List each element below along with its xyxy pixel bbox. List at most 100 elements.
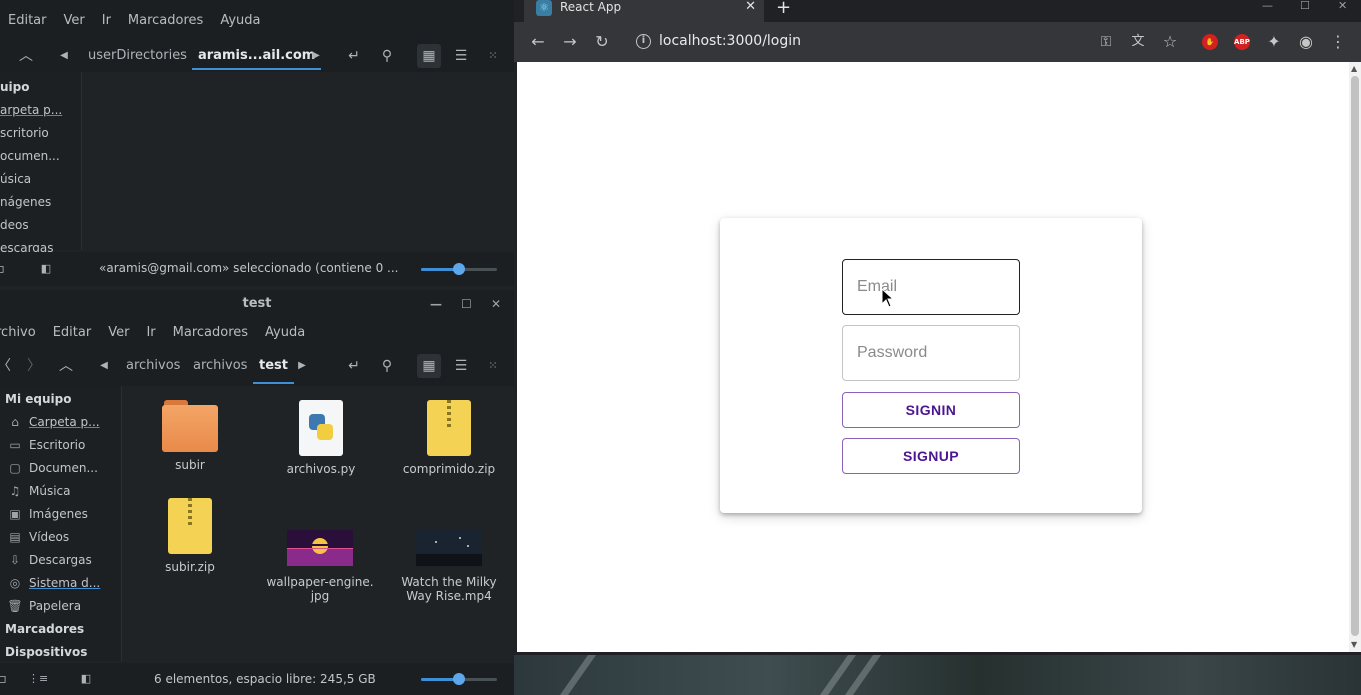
search-icon[interactable]: ⚲	[377, 46, 397, 66]
breadcrumb-right-arrow-icon[interactable]: ▶	[306, 46, 326, 66]
breadcrumb-item[interactable]: userDirectories	[88, 40, 187, 72]
key-icon[interactable]: ⚿	[1096, 32, 1116, 52]
breadcrumb-item[interactable]: archivos	[193, 346, 247, 386]
list-view-icon[interactable]: ☰	[451, 356, 471, 376]
compact-view-icon[interactable]: ⁙	[483, 356, 503, 376]
menu-ir[interactable]: Ir	[146, 325, 155, 340]
menu-ver[interactable]: Ver	[64, 13, 85, 28]
menu-kebab-icon[interactable]: ⋮	[1328, 32, 1348, 52]
menu-ver[interactable]: Ver	[108, 325, 129, 340]
file-item-zip[interactable]: subir.zip	[135, 498, 245, 574]
back-icon[interactable]: ←	[528, 32, 548, 52]
location-toggle-icon[interactable]: ↵	[344, 46, 364, 66]
menu-archivo[interactable]: rchivo	[0, 325, 36, 340]
go-up-icon[interactable]: ︿	[56, 356, 76, 376]
translate-icon[interactable]: 文	[1128, 32, 1148, 52]
sidebar-toggle-icon[interactable]: ◧	[76, 669, 96, 689]
menu-ir[interactable]: Ir	[102, 13, 111, 28]
menu-ayuda[interactable]: Ayuda	[220, 13, 260, 28]
password-field[interactable]	[842, 325, 1020, 381]
close-window-icon[interactable]: ✕	[1338, 0, 1347, 12]
file-item-video[interactable]: Watch the Milky Way Rise.mp4	[394, 516, 504, 617]
site-info-icon[interactable]: i	[636, 34, 651, 49]
sidebar-item-musica[interactable]: ♫ Música	[7, 484, 71, 498]
sidebar-item-imagenes[interactable]: nágenes	[0, 195, 51, 209]
sidebar-item-sistema[interactable]: ◎ Sistema d...	[7, 576, 100, 590]
file-name: wallpaper-engine. jpg	[266, 575, 374, 603]
profile-icon[interactable]: ◉	[1296, 32, 1316, 52]
breadcrumb-left-arrow-icon[interactable]: ◀	[94, 356, 114, 376]
sidebar-toggle-icon[interactable]: ◧	[36, 259, 56, 279]
file-item-python[interactable]: archivos.py	[266, 400, 376, 476]
list-view-icon[interactable]: ☰	[451, 46, 471, 66]
go-up-icon[interactable]: ︿	[16, 46, 36, 66]
close-icon[interactable]: ✕	[491, 290, 501, 318]
menu-marcadores[interactable]: Marcadores	[128, 13, 203, 28]
menu-editar[interactable]: Editar	[8, 13, 47, 28]
sidebar-item-carpeta[interactable]: ⌂ Carpeta p...	[7, 415, 99, 429]
password-input[interactable]	[843, 326, 1019, 380]
back-icon[interactable]: 〈	[0, 356, 14, 376]
menu-editar[interactable]: Editar	[53, 325, 92, 340]
signin-button[interactable]: SIGNIN	[842, 392, 1020, 428]
breadcrumb-right-arrow-icon[interactable]: ▶	[292, 356, 312, 376]
image-icon: ▣	[9, 507, 21, 521]
location-toggle-icon[interactable]: ↵	[344, 356, 364, 376]
zoom-slider[interactable]	[421, 263, 497, 275]
scroll-down-arrow-icon[interactable]: ▼	[1351, 640, 1357, 649]
email-input[interactable]	[843, 260, 1019, 314]
maximize-icon[interactable]: ☐	[1300, 0, 1310, 12]
reload-icon[interactable]: ↻	[592, 32, 612, 52]
file-item-image[interactable]: wallpaper-engine. jpg	[265, 516, 375, 617]
forward-icon[interactable]: →	[560, 32, 580, 52]
icon-view-button[interactable]: ▦	[417, 354, 441, 378]
video-icon: ▤	[9, 530, 21, 544]
tab-react-app[interactable]: ⚛ React App ✕	[524, 0, 764, 22]
signup-button[interactable]: SIGNUP	[842, 438, 1020, 474]
zoom-slider[interactable]	[421, 673, 497, 685]
forward-icon[interactable]: 〉	[24, 356, 44, 376]
zoom-slider-knob[interactable]	[453, 263, 465, 275]
sidebar-item-musica[interactable]: úsica	[0, 172, 31, 186]
sidebar-item-escritorio[interactable]: scritorio	[0, 126, 49, 140]
menu-ayuda[interactable]: Ayuda	[265, 325, 305, 340]
terminal-icon[interactable]: ▫	[0, 259, 10, 279]
url-text[interactable]: localhost:3000/login	[659, 33, 801, 49]
terminal-icon[interactable]: ▫	[0, 669, 12, 689]
sidebar-item-videos[interactable]: ▤ Vídeos	[7, 530, 69, 544]
sidebar-item-descargas[interactable]: ⇩ Descargas	[7, 553, 92, 567]
compact-view-icon[interactable]: ⁙	[483, 46, 503, 66]
breadcrumb-left-arrow-icon[interactable]: ◀	[54, 46, 74, 66]
maximize-icon[interactable]: ☐	[461, 290, 472, 318]
close-tab-icon[interactable]: ✕	[745, 0, 756, 14]
scrollbar-thumb[interactable]	[1351, 76, 1359, 636]
sidebar-heading: uipo	[0, 80, 30, 94]
sidebar-item-imagenes[interactable]: ▣ Imágenes	[7, 507, 88, 521]
menu-marcadores[interactable]: Marcadores	[173, 325, 248, 340]
extensions-puzzle-icon[interactable]: ✦	[1264, 32, 1284, 52]
vertical-scrollbar[interactable]: ▲ ▼	[1349, 62, 1361, 652]
breadcrumb-current[interactable]: aramis...ail.com	[191, 40, 322, 72]
minimize-icon[interactable]: —	[1262, 0, 1273, 12]
icon-view-button[interactable]: ▦	[417, 44, 441, 68]
scroll-up-arrow-icon[interactable]: ▲	[1351, 64, 1357, 73]
file-item-folder[interactable]: subir	[135, 400, 245, 472]
tree-view-icon[interactable]: ⋮≡	[28, 669, 48, 689]
sidebar-item-videos[interactable]: deos	[0, 218, 29, 232]
email-field[interactable]	[842, 259, 1020, 315]
new-tab-icon[interactable]: +	[776, 0, 791, 17]
sidebar-item-documentos[interactable]: ▢ Documen...	[7, 461, 98, 475]
breadcrumb-item[interactable]: archivos	[126, 346, 180, 386]
sidebar-item-escritorio[interactable]: ▭ Escritorio	[7, 438, 85, 452]
zoom-slider-knob[interactable]	[453, 673, 465, 685]
search-icon[interactable]: ⚲	[377, 356, 397, 376]
sidebar-item-papelera[interactable]: 🗑 Papelera	[7, 599, 81, 613]
adblock-extension-icon[interactable]: ABP	[1234, 34, 1250, 50]
sidebar-item-documentos[interactable]: ocumen...	[0, 149, 60, 163]
file-item-zip[interactable]: comprimido.zip	[394, 400, 504, 476]
sidebar-item-carpeta[interactable]: arpeta p...	[0, 103, 62, 117]
minimize-icon[interactable]: —	[430, 290, 442, 318]
bookmark-star-icon[interactable]: ☆	[1160, 32, 1180, 52]
breadcrumb-current[interactable]: test	[253, 346, 294, 386]
stop-hand-extension-icon[interactable]: ✋	[1202, 34, 1218, 50]
